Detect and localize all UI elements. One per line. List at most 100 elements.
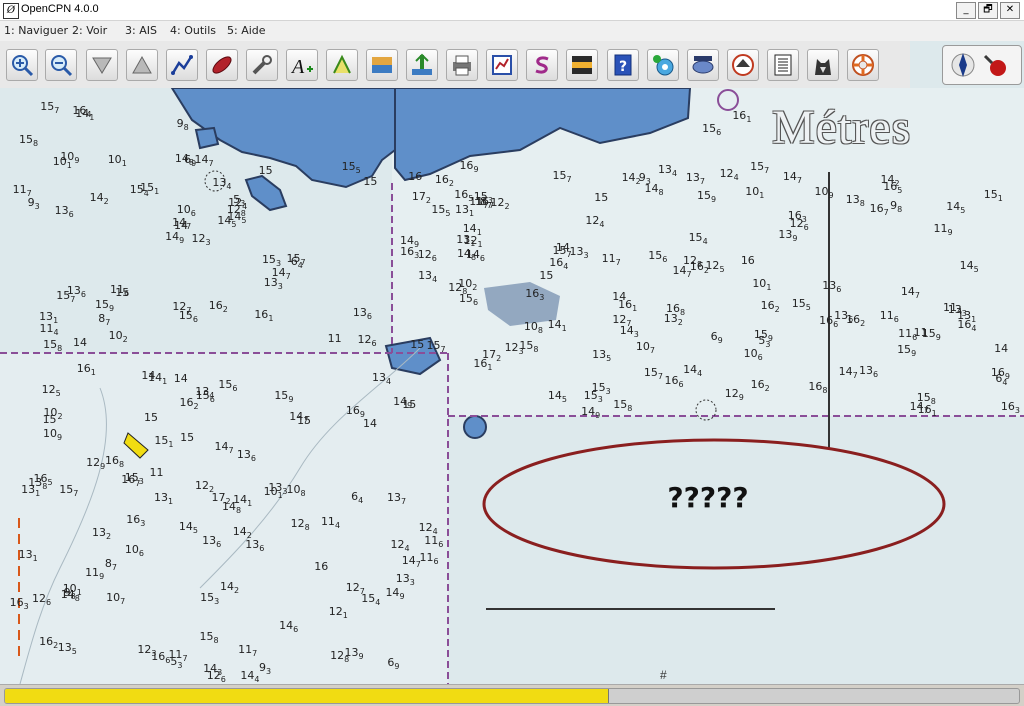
scale-up-button[interactable] <box>126 49 158 81</box>
route-s-button[interactable] <box>526 49 558 81</box>
depth-sounding-fraction: 5 <box>55 389 61 399</box>
progress-bar-fill <box>5 689 610 703</box>
depth-sounding-fraction: 9 <box>710 195 717 205</box>
depth-sounding-fraction: 9 <box>394 662 400 672</box>
depth-sounding-fraction: 6 <box>662 255 668 265</box>
menu-ais[interactable]: 3: AIS <box>125 24 157 37</box>
depth-sounding-fraction: 1 <box>766 283 772 293</box>
depth-sounding-fraction: 9 <box>738 393 744 403</box>
depth-sounding-fraction: 4 <box>702 236 708 246</box>
depth-sounding: 145 <box>227 209 247 226</box>
help-book-icon: ? <box>614 54 632 76</box>
progress-bar <box>4 688 1020 704</box>
route-button[interactable] <box>166 49 198 81</box>
window-title: OpenCPN 4.0.0 <box>21 3 99 15</box>
settings-button[interactable] <box>246 49 278 81</box>
depth-sounding-fraction: 4 <box>86 110 92 120</box>
menu-aide[interactable]: 5: Aide <box>227 24 266 37</box>
depth-sounding: 64 <box>351 489 364 505</box>
menu-naviguer[interactable]: 1: Naviguer <box>4 24 68 37</box>
depth-sounding: 142 <box>232 525 252 541</box>
depth-sounding-fraction: 1 <box>35 488 41 498</box>
depth-sounding-fraction: 5 <box>960 206 966 216</box>
depth-sounding: 108 <box>523 320 543 336</box>
minimize-button[interactable]: _ <box>956 2 976 19</box>
chart-button-1[interactable] <box>366 49 398 81</box>
help-button[interactable]: ? <box>607 49 639 81</box>
maximize-button[interactable]: 🗗 <box>978 2 998 19</box>
depth-sounding: 132 <box>92 525 112 541</box>
depth-sounding-fraction: 8 <box>300 489 306 499</box>
depth-sounding: 15 <box>402 398 417 412</box>
depth-sounding: 163 <box>9 596 29 612</box>
text-list-button[interactable] <box>767 49 799 81</box>
mob-button[interactable] <box>206 49 238 81</box>
svg-text:?: ? <box>619 59 627 75</box>
depth-sounding: 145 <box>959 258 979 274</box>
depth-sounding: 137 <box>386 490 407 507</box>
text-annotation-button[interactable]: A <box>286 49 318 81</box>
depth-sounding-fraction: 2 <box>677 317 683 327</box>
depth-sounding-fraction: 7 <box>796 176 802 186</box>
chart-canvas[interactable]: 123 101 14 131 124 15 147 145 141 126 136 149 15 14 14… <box>0 88 1024 684</box>
depth-sounding: 124 <box>418 521 438 537</box>
gps-status-button[interactable] <box>687 49 719 81</box>
track-button[interactable] <box>326 49 358 81</box>
depth-sounding-fraction: 8 <box>235 505 242 515</box>
depth-sounding: 157 <box>56 289 76 305</box>
zoom-out-button[interactable] <box>45 49 77 81</box>
depth-sounding-fraction: 8 <box>930 396 936 406</box>
depth-sounding-fraction: 6 <box>190 208 196 218</box>
zoom-in-button[interactable] <box>6 49 38 81</box>
depth-sounding-fraction: 6 <box>259 543 265 553</box>
depth-sounding: 147 <box>838 365 858 381</box>
print-button[interactable] <box>446 49 478 81</box>
depth-sounding-fraction: 8 <box>33 139 39 149</box>
title-bar: Ø OpenCPN 4.0.0 _ 🗗 ✕ <box>0 0 1024 21</box>
depth-sounding-fraction: 1 <box>76 587 82 597</box>
depth-sounding-fraction: 5 <box>192 526 198 536</box>
depth-sounding: 136 <box>236 448 256 464</box>
depth-sounding: 145 <box>946 200 966 216</box>
depth-sounding-fraction: 9 <box>288 394 294 404</box>
depth-sounding: 14 <box>994 342 1009 356</box>
ais-target-button[interactable] <box>647 49 679 81</box>
depth-sounding: 147 <box>672 264 692 280</box>
depth-sounding: 164 <box>957 317 977 334</box>
depth-sounding-fraction: 5 <box>445 208 451 218</box>
depth-sounding-fraction: 7 <box>111 562 117 572</box>
depth-sounding-fraction: 2 <box>103 197 109 207</box>
depth-sounding: 164 <box>72 104 92 120</box>
scale-down-icon <box>92 57 112 74</box>
close-button[interactable]: ✕ <box>1000 2 1020 19</box>
depth-sounding-fraction: 3 <box>282 487 288 497</box>
depth-sounding-fraction: 1 <box>168 440 174 450</box>
tide-boat-button[interactable] <box>727 49 759 81</box>
route-manager-button[interactable] <box>486 49 518 81</box>
depth-sounding: 145 <box>547 389 567 405</box>
depth-sounding: 144 <box>683 363 703 379</box>
depth-sounding-fraction: 8 <box>304 522 310 532</box>
depth-sounding: 136 <box>202 533 222 549</box>
menu-voir[interactable]: 2: Voir <box>72 24 107 37</box>
lifebuoy-button[interactable] <box>847 49 879 81</box>
menu-outils[interactable]: 4: Outils <box>170 24 216 37</box>
depth-sounding-fraction: 2 <box>504 201 510 211</box>
depth-sounding: 14 <box>173 371 188 385</box>
sunset-button[interactable] <box>566 49 598 81</box>
depth-sounding: 161 <box>618 298 638 314</box>
depth-sounding-fraction: 7 <box>285 272 291 282</box>
compass-widget[interactable] <box>942 45 1022 85</box>
scale-up-icon <box>132 55 152 74</box>
dog-head-button[interactable] <box>807 49 839 81</box>
depth-sounding: 161 <box>732 109 752 125</box>
scale-down-button[interactable] <box>86 49 118 81</box>
chart-button-2[interactable] <box>406 49 438 81</box>
depth-sounding-fraction: 3 <box>205 238 211 248</box>
depth-sounding-fraction: 6 <box>138 549 144 559</box>
depth-sounding: 131 <box>153 491 174 507</box>
depth-sounding-fraction: 1 <box>154 186 160 196</box>
depth-sounding: 153 <box>591 380 611 397</box>
depth-sounding: 15 <box>143 411 158 425</box>
dog-head-icon <box>815 59 831 75</box>
